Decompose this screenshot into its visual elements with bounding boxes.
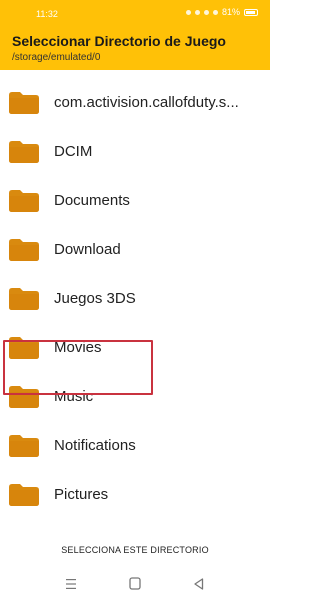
folder-icon <box>9 239 39 261</box>
list-item-label: DCIM <box>54 143 93 160</box>
wifi-icon <box>212 9 218 15</box>
footer: SELECCIONA ESTE DIRECTORIO <box>0 532 270 568</box>
app-bar: Seleccionar Directorio de Juego /storage… <box>0 26 270 70</box>
battery-percentage: 81% <box>221 7 240 17</box>
folder-icon <box>9 288 39 310</box>
alarm-icon <box>185 9 191 15</box>
list-item[interactable]: DCIM <box>0 129 270 177</box>
list-item[interactable]: com.activision.callofduty.s... <box>0 80 270 128</box>
notification-icon <box>194 9 200 15</box>
list-item-label: com.activision.callofduty.s... <box>54 94 239 111</box>
folder-icon <box>9 190 39 212</box>
folder-list: com.activision.callofduty.s... DCIM Docu… <box>0 70 270 532</box>
list-item[interactable]: Download <box>0 227 270 275</box>
bluetooth-icon <box>203 9 209 15</box>
list-item[interactable]: Pictures <box>0 472 270 520</box>
list-item-partial <box>0 521 270 532</box>
folder-icon <box>9 435 39 457</box>
battery-icon <box>244 8 258 16</box>
selection-highlight <box>3 340 153 395</box>
page-title: Seleccionar Directorio de Juego <box>12 33 226 49</box>
status-bar: 11:32 81% <box>0 0 270 26</box>
list-item[interactable]: Juegos 3DS <box>0 276 270 324</box>
list-item-label: Notifications <box>54 437 136 454</box>
current-path: /storage/emulated/0 <box>12 52 101 63</box>
list-item-label: Documents <box>54 192 130 209</box>
list-item[interactable]: Documents <box>0 178 270 226</box>
list-item[interactable]: Notifications <box>0 423 270 471</box>
menu-icon[interactable] <box>62 576 80 592</box>
folder-icon <box>9 141 39 163</box>
folder-icon <box>9 484 39 506</box>
triangle-back-icon[interactable] <box>190 576 208 592</box>
folder-icon <box>9 92 39 114</box>
select-directory-button[interactable]: SELECCIONA ESTE DIRECTORIO <box>0 540 270 560</box>
status-time: 11:32 <box>36 9 58 19</box>
status-icons: 81% <box>185 7 258 17</box>
list-item-label: Pictures <box>54 486 109 503</box>
list-item-label: Download <box>54 241 121 258</box>
navigation-bar <box>0 568 270 600</box>
square-home-icon[interactable] <box>126 576 144 592</box>
list-item-label: Juegos 3DS <box>54 290 136 307</box>
